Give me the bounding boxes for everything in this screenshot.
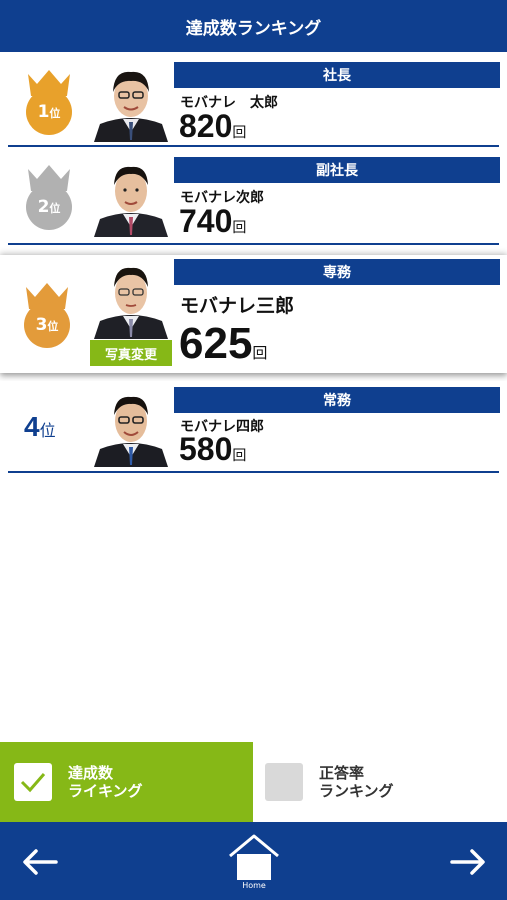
avatar	[90, 62, 172, 142]
row-divider	[8, 243, 499, 245]
footer-nav: Home	[0, 822, 507, 900]
achievement-count: 625回	[179, 319, 268, 368]
rank-label: 4位	[24, 411, 56, 442]
checkbox-checked[interactable]	[14, 763, 52, 801]
check-icon	[20, 773, 46, 793]
position-title: 社長	[174, 62, 500, 88]
toggle-label: 正答率 ランキング	[319, 764, 394, 800]
home-icon	[229, 834, 279, 880]
arrow-right-icon[interactable]	[448, 844, 488, 880]
rank-suffix: 位	[47, 320, 59, 333]
ranking-row-4[interactable]: 4位 常務 モバナレ四郎 580回	[0, 381, 507, 473]
achievement-count: 740回	[179, 203, 247, 239]
employee-name: モバナレ三郎	[180, 295, 295, 317]
ranking-type-toggle: 達成数 ライキング 正答率 ランキング	[0, 742, 507, 822]
rank-suffix: 位	[49, 202, 61, 215]
rank-number: 1	[37, 102, 50, 122]
ranking-list: 1位 社長 モバナレ 太郎 820回 2位 副社長 モバナレ次郎 740回 3位…	[0, 52, 507, 473]
gold-medal-icon: 1位	[24, 66, 74, 136]
achievement-count: 580回	[179, 431, 247, 467]
home-button[interactable]: Home	[228, 834, 280, 896]
row-divider	[8, 471, 499, 473]
header-bar: 達成数ランキング	[0, 0, 507, 52]
avatar	[90, 259, 172, 339]
ranking-row-1[interactable]: 1位 社長 モバナレ 太郎 820回	[0, 52, 507, 147]
arrow-left-icon[interactable]	[20, 844, 60, 880]
achievement-count: 820回	[179, 108, 247, 144]
achievement-ranking-toggle[interactable]: 達成数 ライキング	[0, 742, 253, 822]
bronze-medal-icon: 3位	[22, 279, 72, 349]
position-title: 専務	[174, 259, 500, 285]
page-title: 達成数ランキング	[185, 18, 322, 39]
position-title: 常務	[174, 387, 500, 413]
silver-medal-icon: 2位	[24, 161, 74, 231]
rank-number: 3	[35, 315, 48, 335]
ranking-row-2[interactable]: 2位 副社長 モバナレ次郎 740回	[0, 147, 507, 245]
rank-number: 2	[37, 197, 50, 217]
position-title: 副社長	[174, 157, 500, 183]
ranking-row-3[interactable]: 3位 写真変更 専務 モバナレ三郎 625回	[0, 255, 507, 373]
avatar	[90, 387, 172, 467]
change-photo-button[interactable]: 写真変更	[90, 340, 172, 366]
toggle-label: 達成数 ライキング	[68, 764, 143, 800]
home-label: Home	[242, 881, 266, 890]
accuracy-ranking-toggle[interactable]: 正答率 ランキング	[253, 742, 507, 822]
avatar	[90, 157, 172, 237]
checkbox-unchecked[interactable]	[265, 763, 303, 801]
rank-suffix: 位	[49, 107, 61, 120]
